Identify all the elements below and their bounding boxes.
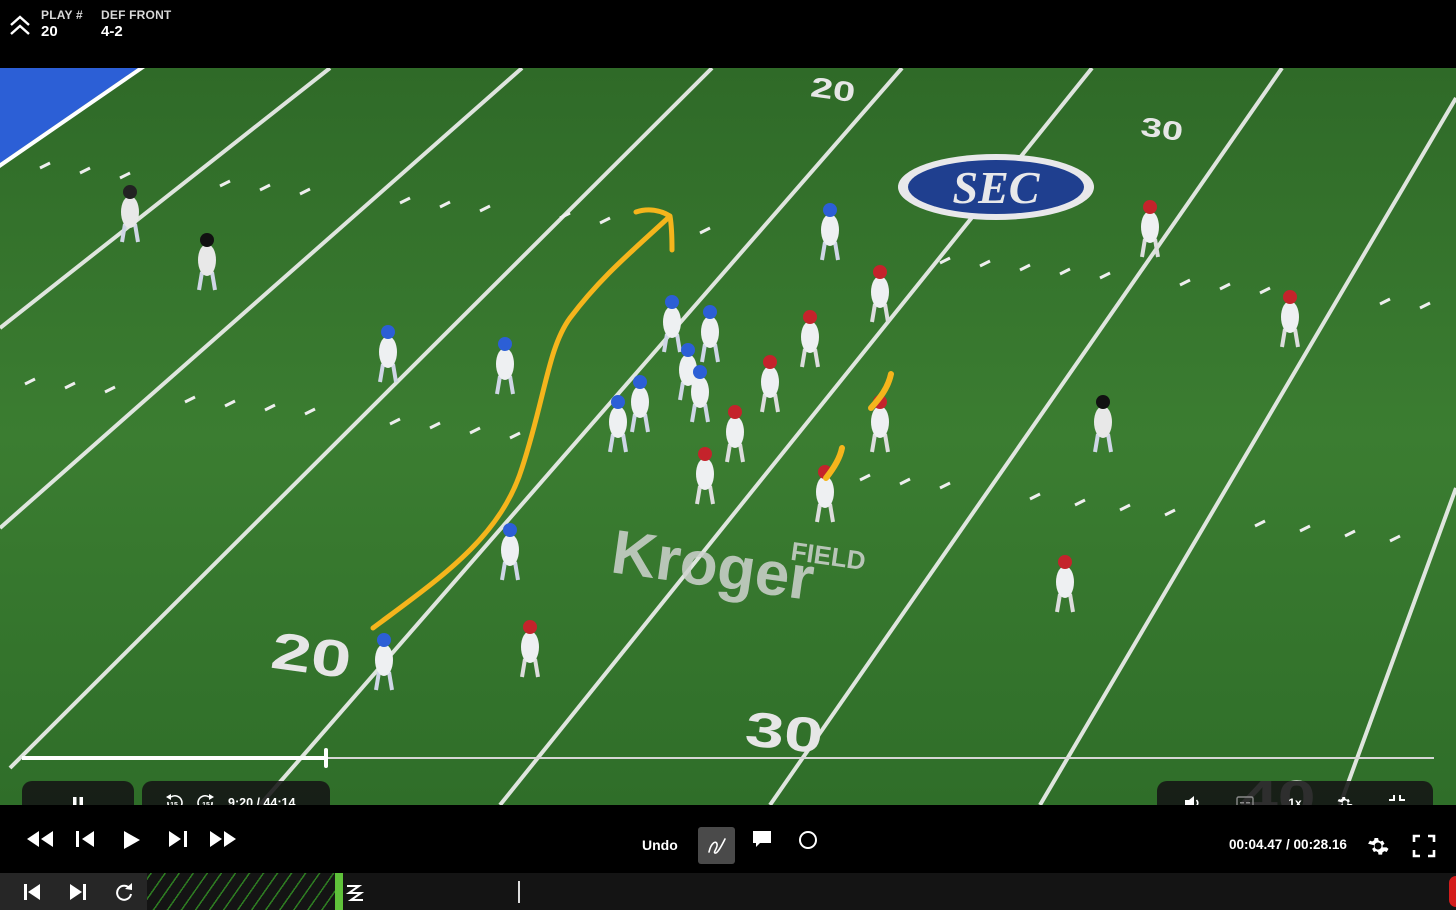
volume-icon [1185, 796, 1199, 805]
step-forward-button[interactable] [167, 829, 189, 849]
captions-button[interactable] [1236, 796, 1254, 805]
analysis-toolbar: Undo 00:04.47 / 00:28.16 [0, 805, 1456, 873]
exit-fullscreen-icon [1388, 795, 1405, 801]
step-back-button[interactable] [74, 829, 96, 849]
refresh-icon [116, 883, 132, 901]
rewind-15-button[interactable]: 15 [164, 793, 184, 805]
circle-tool-button[interactable] [797, 829, 819, 851]
sec-logo: SEC [898, 154, 1094, 220]
play-number-value: 20 [41, 23, 58, 40]
pause-button[interactable] [22, 781, 134, 805]
sec-logo-text: SEC [953, 162, 1041, 213]
def-front-value: 4-2 [101, 23, 123, 40]
previous-clip-button[interactable] [22, 882, 42, 902]
step-forward-icon [169, 831, 187, 847]
playback-time-controls: 15 15 9:20 / 44:14 [142, 781, 330, 805]
player-settings-button[interactable] [1366, 834, 1390, 858]
pause-icon [73, 797, 83, 805]
forward-15-icon: 15 [197, 794, 214, 805]
fast-rewind-button[interactable] [24, 829, 56, 849]
timeline-end-marker [1449, 876, 1456, 907]
timeline-controls [0, 873, 147, 910]
yard-number: 30 [743, 701, 826, 764]
pen-squiggle-icon [707, 837, 726, 854]
loop-button[interactable] [113, 881, 135, 903]
play-number-label: PLAY # [41, 8, 83, 22]
video-player[interactable]: 20 30 20 30 40 SEC FIELD Kroger [0, 68, 1456, 805]
yard-number: 20 [809, 72, 857, 109]
def-front-label: DEF FRONT [101, 8, 172, 22]
video-settings-controls: 1x [1157, 781, 1433, 805]
yard-number: 30 [1139, 111, 1185, 147]
forward-15-button[interactable]: 15 [196, 793, 216, 805]
timeline-track[interactable] [147, 873, 1456, 910]
play-number-block: PLAY # 20 [41, 8, 83, 40]
play-button[interactable] [121, 829, 141, 851]
freehand-draw-tool-button[interactable] [698, 827, 735, 864]
speech-bubble-icon [753, 831, 771, 847]
step-back-icon [76, 831, 94, 847]
clip-time-readout: 00:04.47 / 00:28.16 [1229, 837, 1347, 852]
fast-forward-button[interactable] [207, 829, 239, 849]
telestration-marker-icon[interactable] [345, 882, 365, 902]
next-clip-button[interactable] [68, 882, 88, 902]
clip-timeline [0, 873, 1456, 910]
circle-icon [799, 831, 817, 849]
fast-rewind-icon [27, 831, 53, 847]
scrub-handle[interactable] [323, 748, 328, 768]
skip-next-icon [70, 884, 86, 900]
scrub-progress [22, 756, 326, 760]
exit-fullscreen-button[interactable] [1388, 794, 1406, 805]
video-time-readout: 9:20 / 44:14 [228, 796, 296, 805]
playback-speed-button[interactable]: 1x [1288, 796, 1301, 805]
yard-number: 20 [268, 622, 355, 690]
play-info-bar: PLAY # 20 DEF FRONT 4-2 [0, 0, 1456, 68]
fullscreen-icon [1412, 834, 1436, 858]
undo-button[interactable]: Undo [642, 837, 678, 853]
fullscreen-button[interactable] [1412, 834, 1436, 858]
gear-icon [1337, 797, 1353, 805]
fast-forward-icon [210, 831, 236, 847]
volume-button[interactable] [1184, 795, 1202, 805]
football-field-frame: 20 30 20 30 40 SEC FIELD Kroger [0, 68, 1456, 805]
timeline-clip-marker[interactable] [335, 873, 343, 910]
timeline-played-region [147, 873, 335, 910]
timeline-playhead[interactable] [518, 881, 520, 903]
captions-icon [1236, 796, 1254, 805]
play-icon [124, 831, 140, 849]
gear-icon [1368, 838, 1389, 855]
rewind-15-icon: 15 [166, 794, 183, 805]
def-front-block: DEF FRONT 4-2 [101, 8, 171, 40]
collapse-chevron-up-icon[interactable] [8, 12, 32, 40]
skip-previous-icon [24, 884, 40, 900]
comment-tool-button[interactable] [751, 829, 773, 849]
video-scrub-bar[interactable] [22, 748, 1434, 768]
video-settings-button[interactable] [1336, 794, 1354, 805]
